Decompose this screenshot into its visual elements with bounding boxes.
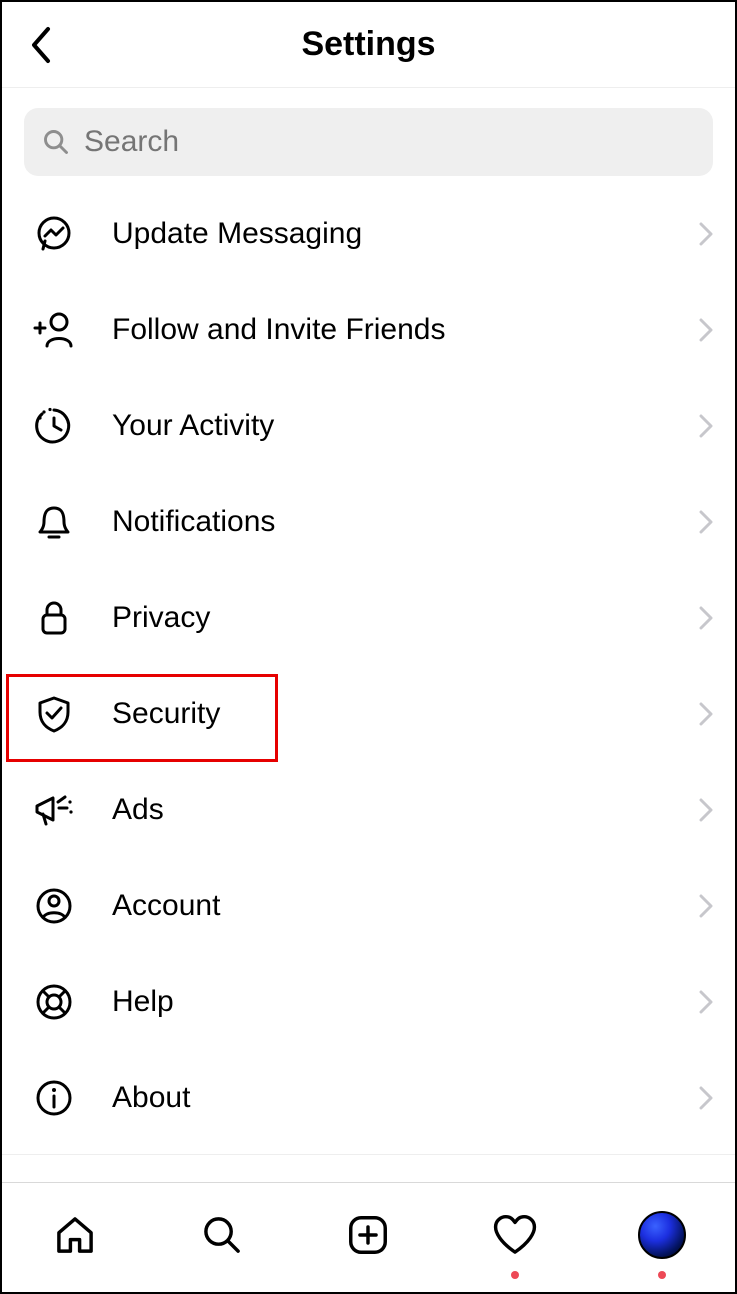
row-label: Help xyxy=(112,985,663,1019)
tab-search[interactable] xyxy=(192,1205,252,1265)
account-circle-icon xyxy=(32,886,76,926)
search-input[interactable] xyxy=(84,125,695,159)
bell-icon xyxy=(32,502,76,542)
home-icon xyxy=(52,1212,98,1258)
page-title: Settings xyxy=(301,25,435,64)
notification-dot xyxy=(658,1271,666,1279)
search-container xyxy=(2,88,735,186)
header: Settings xyxy=(2,2,735,88)
messenger-icon xyxy=(32,214,76,254)
row-label: Privacy xyxy=(112,601,663,635)
tab-new-post[interactable] xyxy=(338,1205,398,1265)
row-label: Follow and Invite Friends xyxy=(112,313,663,347)
chevron-right-icon xyxy=(699,414,713,438)
shield-check-icon xyxy=(32,694,76,734)
chevron-left-icon xyxy=(28,25,52,65)
settings-list: Update Messaging Follow and Invite Frien… xyxy=(2,186,735,1182)
row-about[interactable]: About xyxy=(2,1050,735,1146)
chevron-right-icon xyxy=(699,318,713,342)
search-icon xyxy=(199,1212,245,1258)
row-ads[interactable]: Ads xyxy=(2,762,735,858)
chevron-right-icon xyxy=(699,222,713,246)
search-field[interactable] xyxy=(24,108,713,176)
tab-activity[interactable] xyxy=(485,1205,545,1265)
divider xyxy=(2,1154,735,1155)
row-privacy[interactable]: Privacy xyxy=(2,570,735,666)
tab-bar xyxy=(2,1182,735,1292)
row-label: Update Messaging xyxy=(112,217,663,251)
lock-icon xyxy=(32,598,76,638)
add-person-icon xyxy=(32,310,76,350)
row-label: Notifications xyxy=(112,505,663,539)
megaphone-icon xyxy=(32,790,76,830)
search-icon xyxy=(42,128,70,156)
lifebuoy-icon xyxy=(32,982,76,1022)
row-security[interactable]: Security xyxy=(2,666,735,762)
back-button[interactable] xyxy=(20,25,60,65)
plus-square-icon xyxy=(345,1212,391,1258)
row-label: Security xyxy=(112,697,663,731)
row-label: Your Activity xyxy=(112,409,663,443)
chevron-right-icon xyxy=(699,1086,713,1110)
row-label: Account xyxy=(112,889,663,923)
row-notifications[interactable]: Notifications xyxy=(2,474,735,570)
chevron-right-icon xyxy=(699,798,713,822)
chevron-right-icon xyxy=(699,894,713,918)
info-circle-icon xyxy=(32,1078,76,1118)
row-account[interactable]: Account xyxy=(2,858,735,954)
tab-home[interactable] xyxy=(45,1205,105,1265)
activity-clock-icon xyxy=(32,406,76,446)
profile-avatar-icon xyxy=(638,1211,686,1259)
row-help[interactable]: Help xyxy=(2,954,735,1050)
heart-icon xyxy=(491,1212,539,1258)
notification-dot xyxy=(511,1271,519,1279)
row-follow-invite[interactable]: Follow and Invite Friends xyxy=(2,282,735,378)
row-your-activity[interactable]: Your Activity xyxy=(2,378,735,474)
chevron-right-icon xyxy=(699,702,713,726)
row-label: Ads xyxy=(112,793,663,827)
row-label: About xyxy=(112,1081,663,1115)
tab-profile[interactable] xyxy=(632,1205,692,1265)
chevron-right-icon xyxy=(699,510,713,534)
row-update-messaging[interactable]: Update Messaging xyxy=(2,186,735,282)
chevron-right-icon xyxy=(699,990,713,1014)
chevron-right-icon xyxy=(699,606,713,630)
